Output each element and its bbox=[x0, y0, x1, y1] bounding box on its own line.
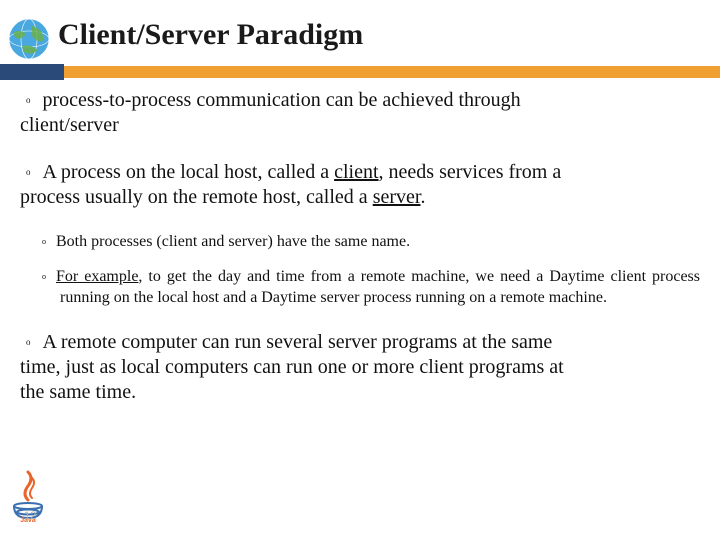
bullet-1: o process-to-process communication can be… bbox=[20, 88, 700, 138]
sub-bullet-1: o Both processes (client and server) have… bbox=[20, 232, 700, 253]
text: , needs services from a bbox=[379, 161, 562, 183]
text: process-to-process communication can be … bbox=[43, 89, 521, 111]
sub-bullet-2: o For example, to get the day and time fr… bbox=[20, 267, 700, 309]
bullet-marker: o bbox=[42, 272, 46, 281]
text: , to get the day and time from a remote … bbox=[60, 268, 700, 306]
text: client/server bbox=[20, 114, 119, 136]
bullet-marker: o bbox=[26, 95, 31, 105]
text: . bbox=[420, 186, 425, 208]
page-title: Client/Server Paradigm bbox=[58, 18, 363, 52]
bullet-marker: o bbox=[26, 167, 31, 177]
underline-client: client bbox=[334, 161, 378, 183]
bullet-2: o A process on the local host, called a c… bbox=[20, 160, 700, 210]
text: process usually on the remote host, call… bbox=[20, 186, 373, 208]
page-number: 12 bbox=[24, 510, 36, 522]
text: Both processes (client and server) have … bbox=[56, 233, 410, 250]
slide: Client/Server Paradigm o process-to-proce… bbox=[0, 0, 720, 540]
header: Client/Server Paradigm bbox=[0, 0, 720, 68]
bullet-3: o A remote computer can run several serve… bbox=[20, 330, 700, 405]
header-stripe bbox=[0, 64, 720, 80]
stripe-orange bbox=[64, 66, 720, 78]
globe-icon bbox=[8, 18, 50, 60]
stripe-blue bbox=[0, 64, 64, 80]
underline-example: For example bbox=[56, 268, 138, 285]
bullet-marker: o bbox=[42, 237, 46, 246]
bullet-marker: o bbox=[26, 337, 31, 347]
text: the same time. bbox=[20, 381, 136, 403]
underline-server: server bbox=[373, 186, 421, 208]
text: time, just as local computers can run on… bbox=[20, 356, 564, 378]
text: A remote computer can run several server… bbox=[43, 331, 553, 353]
text: A process on the local host, called a bbox=[43, 161, 335, 183]
content: o process-to-process communication can be… bbox=[20, 88, 700, 427]
